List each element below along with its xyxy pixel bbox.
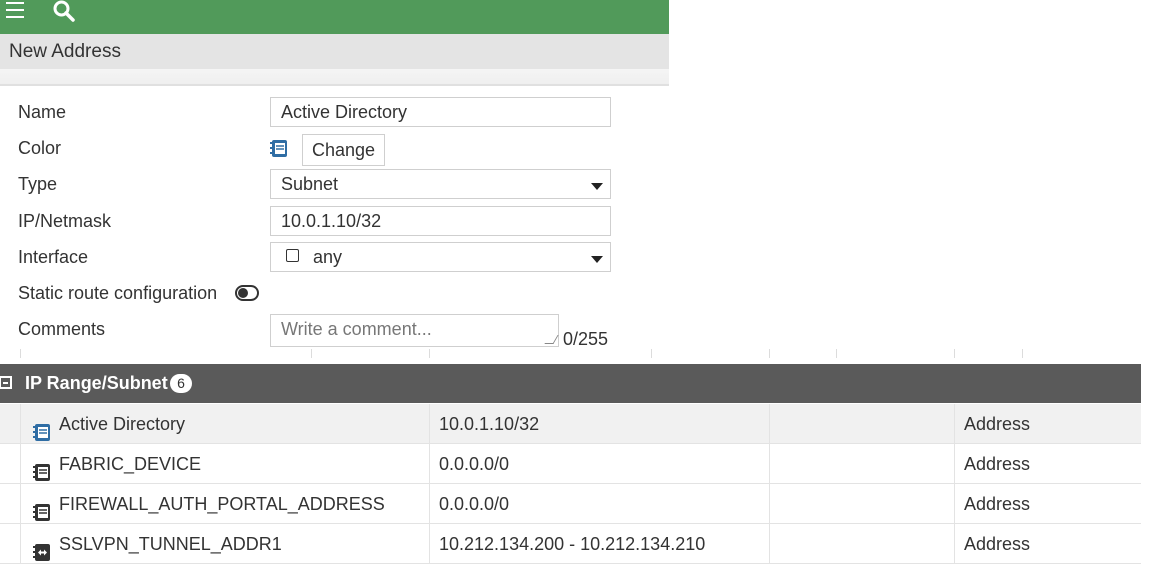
column-divider [954,524,955,563]
chevron-down-icon [591,183,603,190]
table-row[interactable]: Active Directory 10.0.1.10/32 Address [0,404,1141,444]
row-value: 10.212.134.200 - 10.212.134.210 [439,534,706,554]
table-row[interactable]: FIREWALL_AUTH_PORTAL_ADDRESS 0.0.0.0/0 Add… [0,484,1141,524]
comments-placeholder: Write a comment... [281,319,432,339]
column-divider [954,444,955,483]
interface-selected-value: any [313,247,343,267]
row-type: Address [964,454,1031,474]
row-type: Address [964,534,1031,554]
comments-char-counter: 0/255 [563,329,609,349]
type-selected-value: Subnet [281,174,339,194]
column-divider [769,404,770,443]
group-count-badge: 6 [170,374,192,393]
row-type: Address [964,494,1031,514]
ip-netmask-input[interactable]: 10.0.1.10/32 [270,206,611,236]
column-divider [429,484,430,523]
group-title: IP Range/Subnet [25,373,168,393]
column-divider [20,444,21,483]
static-route-toggle[interactable] [235,285,259,301]
column-divider [769,444,770,483]
interface-icon [286,249,299,262]
interface-select[interactable]: any [270,242,611,272]
column-divider [954,404,955,443]
title-divider [0,69,669,86]
address-color-icon[interactable] [270,139,288,159]
dialog-title: New Address [9,41,121,62]
dialog-title-bar: New Address [0,34,669,69]
change-color-button[interactable]: Change [302,134,385,166]
group-header-ip-range-subnet[interactable]: IP Range/Subnet 6 [0,364,1141,403]
ip-netmask-label: IP/Netmask [18,211,112,231]
row-name: Active Directory [59,414,186,434]
column-divider [20,484,21,523]
search-icon[interactable] [52,0,76,23]
row-value: 0.0.0.0/0 [439,454,510,474]
interface-label: Interface [18,247,89,267]
type-label: Type [18,174,58,194]
column-divider [429,404,430,443]
name-label: Name [18,102,67,122]
chevron-down-icon [591,256,603,263]
name-input[interactable]: Active Directory [270,97,611,127]
column-divider [20,524,21,563]
column-divider [20,404,21,443]
table-row[interactable]: FABRIC_DEVICE 0.0.0.0/0 Address [0,444,1141,484]
row-type: Address [964,414,1031,434]
column-separators [0,349,1141,361]
type-select[interactable]: Subnet [270,169,611,199]
top-bar [0,0,669,34]
column-divider [769,484,770,523]
row-name: FABRIC_DEVICE [59,454,202,474]
resize-grip-icon[interactable] [544,335,559,344]
column-divider [954,484,955,523]
color-label: Color [18,138,62,158]
column-divider [769,524,770,563]
comments-textarea[interactable]: Write a comment... [270,314,559,347]
row-value: 10.0.1.10/32 [439,414,540,434]
column-divider [429,444,430,483]
table-row[interactable]: SSLVPN_TUNNEL_ADDR1 10.212.134.200 - 10.2… [0,524,1141,564]
collapse-icon[interactable] [0,376,12,389]
row-value: 0.0.0.0/0 [439,494,510,514]
comments-label: Comments [18,319,106,339]
row-name: SSLVPN_TUNNEL_ADDR1 [59,534,282,554]
hamburger-icon[interactable] [6,2,24,18]
row-name: FIREWALL_AUTH_PORTAL_ADDRESS [59,494,385,514]
static-route-label: Static route configuration [18,283,218,303]
iprange-icon [33,536,51,576]
column-divider [429,524,430,563]
